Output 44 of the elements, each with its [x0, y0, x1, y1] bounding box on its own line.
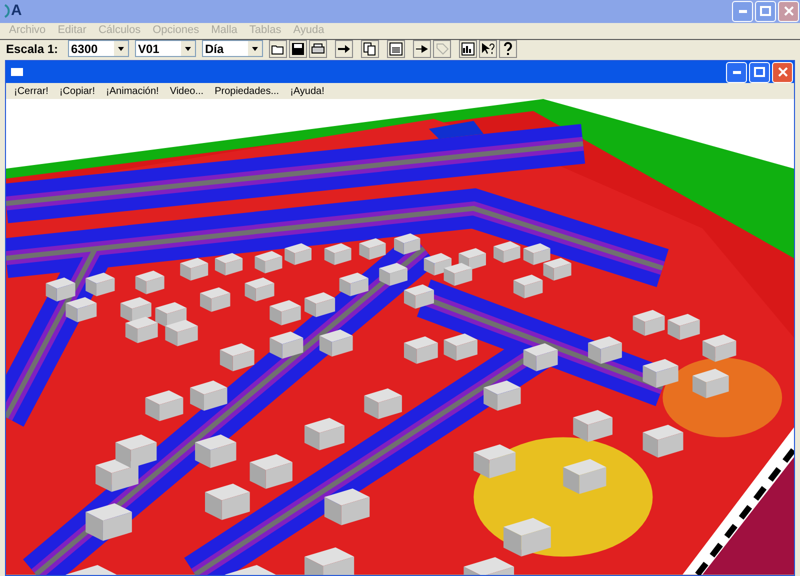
- dropdown[interactable]: V01: [135, 40, 196, 58]
- maximize-button[interactable]: [749, 62, 770, 83]
- toolbar-button[interactable]: [387, 40, 405, 58]
- copy-icon: [363, 42, 377, 56]
- maximize-button[interactable]: [755, 0, 776, 22]
- menu-item[interactable]: ¡Copiar!: [59, 84, 96, 99]
- question-icon: [501, 42, 515, 56]
- dropdown-caret-icon: [248, 41, 262, 56]
- menu-item[interactable]: Video...: [170, 84, 204, 99]
- toolbar-button[interactable]: [459, 40, 477, 58]
- window-icon: [11, 68, 23, 76]
- toolbar-button[interactable]: [309, 40, 327, 58]
- menu-item[interactable]: ¡Ayuda!: [290, 84, 324, 99]
- window-title: A: [11, 1, 22, 21]
- pointer-question-icon: [481, 42, 495, 56]
- minimize-icon: [738, 10, 746, 13]
- save-icon: [291, 42, 305, 56]
- dropdown[interactable]: Día: [202, 40, 263, 58]
- toolbar-button[interactable]: [269, 40, 287, 58]
- toolbar-button[interactable]: [499, 40, 517, 58]
- minimize-icon: [732, 70, 740, 74]
- toolbar-button[interactable]: [413, 40, 431, 58]
- minimize-button[interactable]: [726, 62, 747, 83]
- dropdown[interactable]: 6300: [68, 40, 129, 58]
- close-icon: [784, 6, 794, 16]
- tag-icon: [435, 42, 449, 56]
- maximize-icon: [754, 67, 765, 78]
- maximize-icon: [760, 6, 771, 16]
- menu-item[interactable]: ¡Cerrar!: [14, 84, 48, 99]
- toolbar-button[interactable]: [289, 40, 307, 58]
- close-icon: [778, 67, 788, 78]
- scale-label: Escala 1:: [6, 40, 60, 58]
- dropdown-caret-icon: [114, 41, 128, 56]
- toolbar-button[interactable]: [361, 40, 379, 58]
- minimize-button[interactable]: [732, 0, 753, 22]
- app-logo-icon: [4, 4, 10, 18]
- menu-item[interactable]: Propiedades...: [214, 84, 280, 99]
- close-button[interactable]: [772, 62, 793, 83]
- toolbar-button[interactable]: [335, 40, 353, 58]
- toolbar-button[interactable]: [479, 40, 497, 58]
- dropdown-caret-icon: [181, 41, 195, 56]
- print-icon: [311, 42, 325, 56]
- menu-item[interactable]: ¡Animación!: [106, 84, 159, 99]
- chart-icon: [461, 42, 475, 56]
